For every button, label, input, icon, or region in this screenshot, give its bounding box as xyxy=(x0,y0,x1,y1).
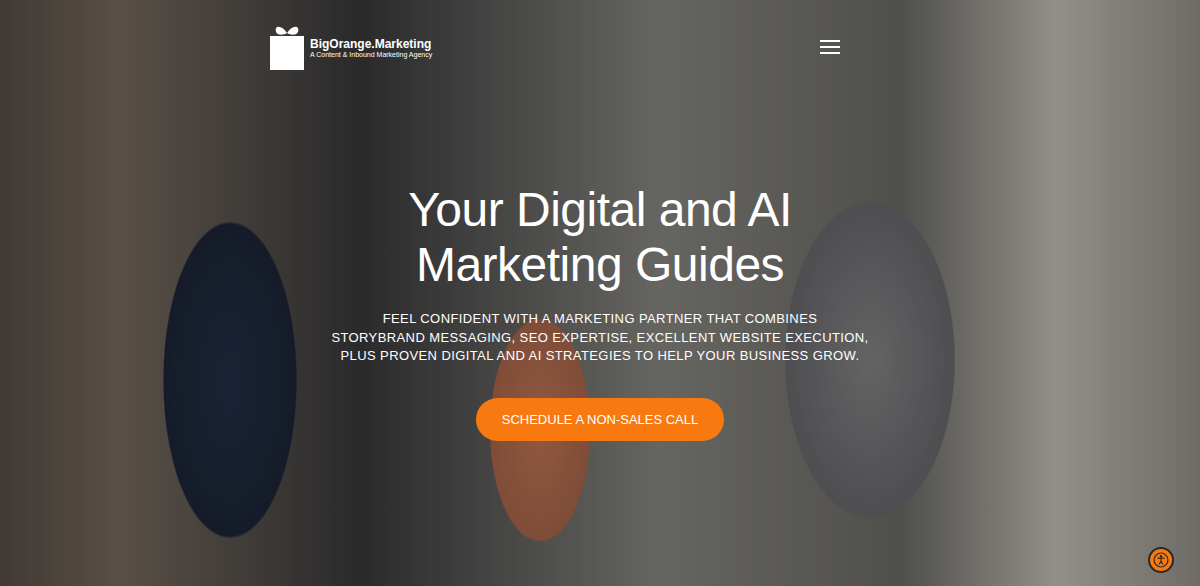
hero-headline: Your Digital and AIMarketing Guides xyxy=(408,182,792,292)
hero-subtitle: FEEL CONFIDENT WITH A MARKETING PARTNER … xyxy=(331,310,868,366)
menu-button[interactable] xyxy=(816,36,844,58)
hamburger-icon xyxy=(820,40,840,54)
logo[interactable]: BigOrange.MarketingA Content & Inbound M… xyxy=(268,23,432,71)
hero-section: BigOrange.MarketingA Content & Inbound M… xyxy=(0,0,1200,586)
accessibility-button[interactable] xyxy=(1148,547,1174,573)
accessibility-icon xyxy=(1153,552,1169,568)
site-header: BigOrange.MarketingA Content & Inbound M… xyxy=(0,0,1200,72)
logo-tagline: A Content & Inbound Marketing Agency xyxy=(310,51,432,58)
schedule-call-button[interactable]: SCHEDULE A NON-SALES CALL xyxy=(476,398,725,441)
logo-gift-icon xyxy=(268,23,306,71)
logo-name: BigOrange.Marketing xyxy=(310,37,432,51)
